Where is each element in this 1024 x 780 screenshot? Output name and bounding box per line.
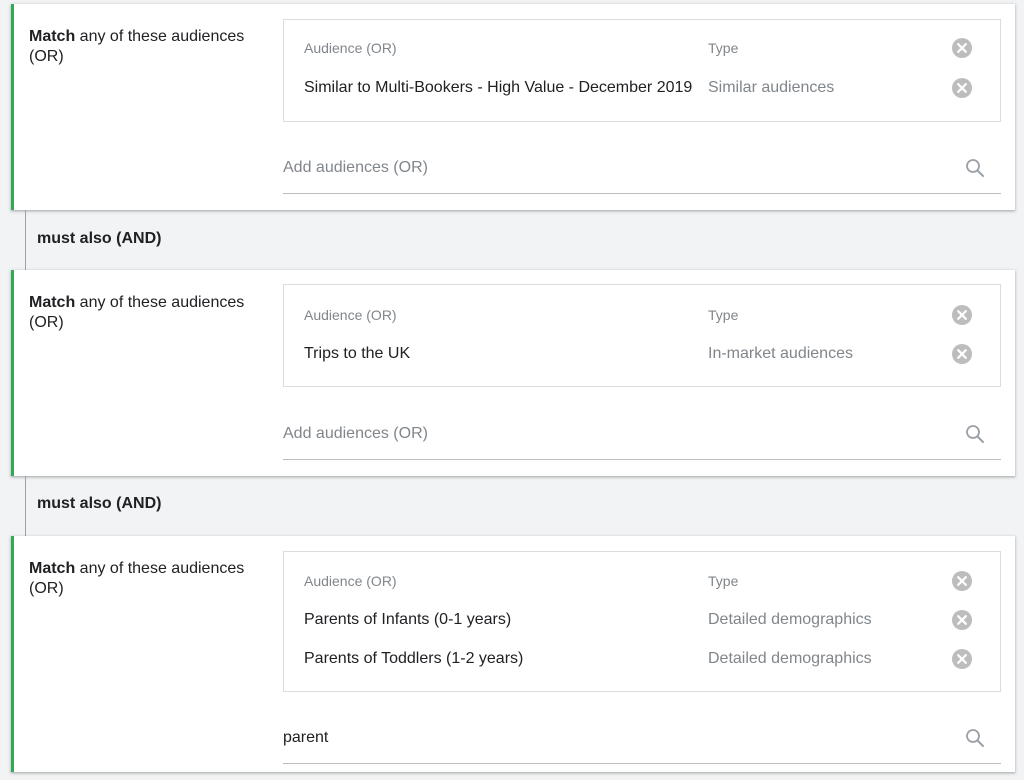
remove-audience-icon[interactable] — [951, 77, 973, 99]
table-header: Audience (OR) Type — [284, 571, 1000, 591]
audience-type: Detailed demographics — [708, 611, 872, 628]
and-connector-line — [25, 210, 26, 270]
add-audiences-field — [283, 410, 1001, 460]
search-icon[interactable] — [965, 158, 985, 178]
audience-name: Parents of Infants (0-1 years) — [304, 611, 512, 628]
add-audiences-field — [283, 714, 1001, 764]
and-operator-label: must also (AND) — [37, 230, 162, 247]
column-header-type: Type — [708, 573, 739, 589]
remove-audience-icon[interactable] — [951, 343, 973, 365]
match-label: Match any of these audiences (OR) — [29, 28, 245, 65]
add-audiences-input[interactable] — [283, 144, 943, 192]
table-row: Trips to the UK In-market audiences — [284, 344, 1000, 364]
audience-type: Similar audiences — [708, 79, 835, 96]
audience-group-3: Match any of these audiences (OR) Audien… — [11, 536, 1015, 772]
add-audiences-input[interactable] — [283, 410, 943, 458]
table-row: Parents of Toddlers (1-2 years) Detailed… — [284, 649, 1000, 669]
remove-audience-icon[interactable] — [951, 648, 973, 670]
column-header-audience: Audience (OR) — [304, 40, 397, 56]
remove-all-icon[interactable] — [951, 570, 973, 592]
remove-all-icon[interactable] — [951, 304, 973, 326]
column-header-type: Type — [708, 40, 739, 56]
audience-table: Audience (OR) Type Parents of Infants (0… — [283, 551, 1001, 692]
search-icon[interactable] — [965, 728, 985, 748]
audience-name: Trips to the UK — [304, 345, 411, 362]
and-connector-line — [25, 476, 26, 536]
audience-table: Audience (OR) Type Similar to Multi-Book… — [283, 19, 1001, 122]
match-label: Match any of these audiences (OR) — [29, 294, 245, 331]
audience-group-2: Match any of these audiences (OR) Audien… — [11, 270, 1015, 476]
audience-table: Audience (OR) Type Trips to the UK In-ma… — [283, 284, 1001, 387]
audience-name: Similar to Multi-Bookers - High Value - … — [304, 79, 693, 96]
column-header-audience: Audience (OR) — [304, 307, 397, 323]
match-label: Match any of these audiences (OR) — [29, 560, 245, 597]
add-audiences-field — [283, 144, 1001, 194]
table-header: Audience (OR) Type — [284, 305, 1000, 325]
audience-group-1: Match any of these audiences (OR) Audien… — [11, 4, 1015, 210]
column-header-type: Type — [708, 307, 739, 323]
table-row: Similar to Multi-Bookers - High Value - … — [284, 78, 1000, 98]
table-row: Parents of Infants (0-1 years) Detailed … — [284, 610, 1000, 630]
add-audiences-input[interactable] — [283, 714, 943, 762]
remove-all-icon[interactable] — [951, 37, 973, 59]
audience-type: Detailed demographics — [708, 650, 872, 667]
remove-audience-icon[interactable] — [951, 609, 973, 631]
table-header: Audience (OR) Type — [284, 38, 1000, 58]
search-icon[interactable] — [965, 424, 985, 444]
column-header-audience: Audience (OR) — [304, 573, 397, 589]
audience-name: Parents of Toddlers (1-2 years) — [304, 650, 524, 667]
audience-type: In-market audiences — [708, 345, 853, 362]
and-operator-label: must also (AND) — [37, 495, 162, 512]
